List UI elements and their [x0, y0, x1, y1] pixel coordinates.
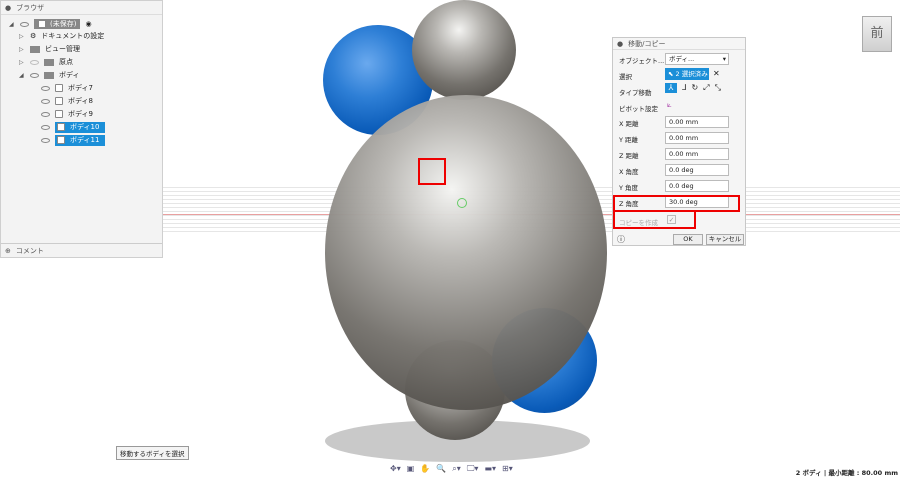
field-input[interactable]: 0.00 mm [665, 116, 729, 128]
clear-selection-icon[interactable]: ✕ [713, 69, 720, 78]
create-copy-highlight [613, 210, 696, 229]
body-label: ボディ7 [68, 84, 93, 92]
collapse-icon[interactable]: ● [5, 4, 11, 12]
body-icon [55, 97, 63, 105]
dialog-title: 移動/コピー [628, 39, 666, 48]
eye-icon[interactable] [41, 111, 50, 117]
field-label: X 距離 [619, 120, 639, 128]
eye-icon[interactable] [20, 21, 29, 27]
item-label: ボディ [59, 71, 80, 79]
item-label: 原点 [59, 58, 73, 66]
browser-item-views[interactable]: ▷ ビュー管理 [19, 43, 80, 55]
sphere-top-gray[interactable] [412, 0, 516, 100]
viewcube-face[interactable]: 前 [870, 26, 883, 41]
browser-body[interactable]: ボディ9 [41, 108, 93, 120]
zoom-icon[interactable]: 🔍 [436, 464, 446, 474]
point-to-point-icon[interactable]: ⤢ [703, 83, 709, 93]
body-label: ボディ10 [70, 123, 100, 131]
browser-body[interactable]: ボディ7 [41, 82, 93, 94]
translate-icon[interactable]: ⅃ [682, 83, 686, 93]
comment-label: コメント [15, 246, 44, 255]
selection-button[interactable]: ⬉ 2 選択済み [665, 68, 709, 80]
comment-bar[interactable]: ⊕ コメント [1, 243, 162, 257]
viewcube[interactable]: 前 [862, 16, 892, 52]
body-label: ボディ9 [68, 110, 93, 118]
field-input[interactable]: 0.0 deg [665, 164, 729, 176]
point-to-position-icon[interactable]: ⤡ [715, 83, 721, 93]
field-input[interactable]: 0.0 deg [665, 180, 729, 192]
gear-icon: ⚙ [30, 32, 37, 40]
field-input[interactable]: 0.00 mm [665, 148, 729, 160]
move-manipulator-icon[interactable] [457, 198, 467, 208]
orbit-icon[interactable]: ✥▾ [390, 464, 401, 474]
item-label: ビュー管理 [45, 45, 80, 53]
dialog-header[interactable]: ● 移動/コピー [613, 38, 745, 50]
eye-icon[interactable] [30, 72, 39, 78]
browser-body[interactable]: ボディ8 [41, 95, 93, 107]
field-input[interactable]: 0.00 mm [665, 132, 729, 144]
collapse-icon[interactable]: ● [617, 40, 623, 48]
browser-body-selected[interactable]: ボディ11 [41, 134, 106, 146]
selection-count: 2 選択済み [675, 70, 708, 78]
browser-title: ブラウザ [16, 3, 45, 12]
sphere-center-gray[interactable] [325, 95, 607, 410]
display-settings-icon[interactable]: 🖵▾ [467, 464, 479, 474]
look-at-icon[interactable]: ▣ [407, 464, 415, 474]
field-label: Y 角度 [619, 184, 639, 192]
root-label: (未保存) [50, 20, 77, 28]
rotate-icon[interactable]: ↻ [691, 83, 698, 93]
eye-icon[interactable] [41, 98, 50, 104]
folder-icon [44, 71, 54, 79]
body-label: ボディ11 [70, 136, 100, 144]
body-icon [57, 136, 65, 144]
body-icon [55, 110, 63, 118]
select-label: 選択 [619, 73, 632, 81]
browser-item-doc-settings[interactable]: ▷ ⚙ ドキュメントの設定 [19, 30, 104, 42]
object-value: ボディ... [669, 55, 695, 63]
grid-settings-icon[interactable]: ⊞▾ [502, 464, 513, 474]
field-label: Z 距離 [619, 152, 639, 160]
ok-button[interactable]: OK [673, 234, 703, 245]
browser-panel: ● ブラウザ ◢ (未保存) ◉ ▷ ⚙ ドキュメントの設定 ▷ ビュー管理 ▷ 原点 ◢ ボデ… [0, 0, 163, 258]
visual-style-icon[interactable]: ▬▾ [484, 464, 496, 474]
folder-icon [30, 45, 40, 53]
body-label: ボディ8 [68, 97, 93, 105]
browser-root[interactable]: ◢ (未保存) ◉ [9, 18, 92, 30]
eye-icon[interactable] [41, 124, 50, 130]
add-icon[interactable]: ⊕ [5, 247, 11, 255]
browser-body-selected[interactable]: ボディ10 [41, 121, 106, 133]
cancel-button[interactable]: キャンセル [706, 234, 744, 245]
item-label: ドキュメントの設定 [41, 32, 105, 40]
chevron-down-icon: ▾ [722, 55, 726, 63]
folder-icon [44, 58, 54, 66]
body-icon [55, 84, 63, 92]
free-move-icon[interactable]: ⅄ [665, 83, 677, 93]
eye-icon[interactable] [41, 137, 50, 143]
browser-item-origin[interactable]: ▷ 原点 [19, 56, 73, 68]
browser-item-bodies[interactable]: ◢ ボディ [19, 69, 80, 81]
status-text: 2 ボディ | 最小距離 : 80.00 mm [795, 469, 898, 477]
body-icon [57, 123, 65, 131]
eye-icon[interactable] [41, 85, 50, 91]
pan-icon[interactable]: ✋ [420, 464, 430, 474]
info-icon[interactable]: ⓘ [617, 234, 625, 245]
move-type-label: タイプ移動 [619, 89, 652, 97]
radio-icon[interactable]: ◉ [85, 20, 91, 28]
document-icon [38, 20, 46, 28]
pivot-label: ピボット設定 [619, 105, 658, 113]
object-label: オブジェクト... [619, 57, 665, 65]
tooltip: 移動するボディを選択 [116, 446, 189, 460]
field-label: X 角度 [619, 168, 639, 176]
field-label: Y 距離 [619, 136, 639, 144]
fit-icon[interactable]: ⌕▾ [452, 464, 461, 474]
rotation-handle-highlight[interactable] [418, 158, 446, 185]
navigation-toolbar: ✥▾ ▣ ✋ 🔍 ⌕▾ 🖵▾ ▬▾ ⊞▾ [390, 464, 513, 474]
pivot-icon[interactable]: ⟀ [667, 100, 672, 110]
eye-icon[interactable] [30, 59, 39, 65]
object-dropdown[interactable]: ボディ... ▾ [665, 53, 729, 65]
